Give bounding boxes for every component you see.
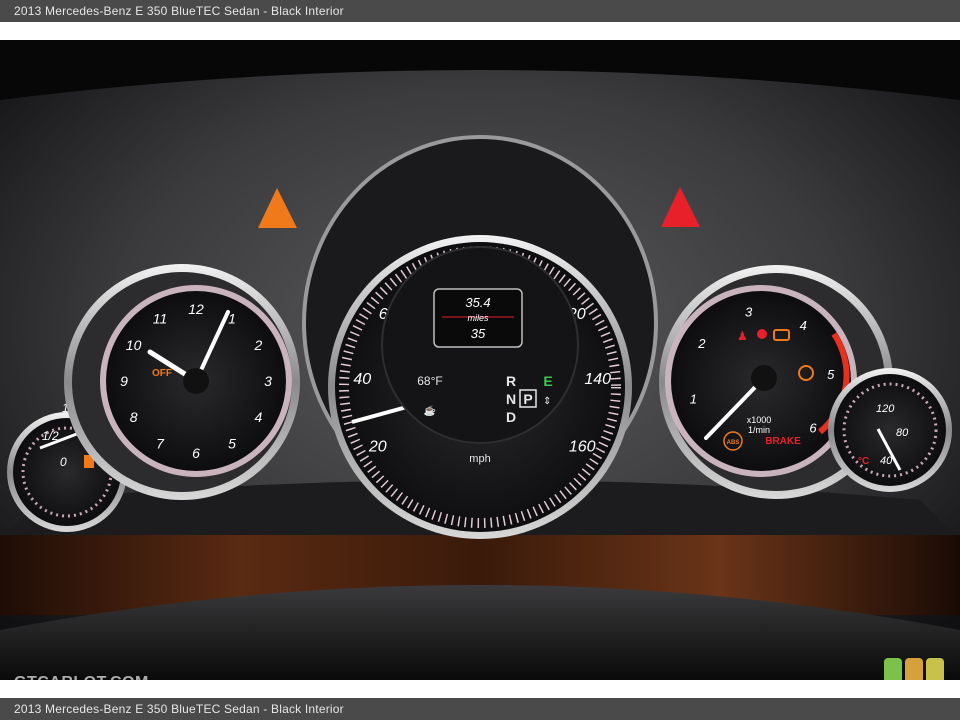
coolant-temp-gauge: 120 80 40 °C — [828, 368, 952, 492]
tach-multiplier: x1000 — [747, 415, 772, 425]
tach-number-4: 4 — [800, 318, 807, 333]
clock-number-6: 6 — [192, 445, 200, 461]
tach-unit: 1/min — [748, 425, 770, 435]
coolant-label-80: 80 — [896, 427, 909, 439]
gear-updown-icon: ⇕ — [543, 396, 551, 407]
clock-number-8: 8 — [130, 409, 138, 425]
clock-number-4: 4 — [255, 409, 263, 425]
gear-n: N — [506, 391, 516, 407]
clock-number-9: 9 — [120, 373, 128, 389]
instrument-cluster-photo: 1 1/2 0 121234567891011 OFF 204060801001… — [0, 40, 960, 680]
tach-number-5: 5 — [827, 367, 835, 382]
clock-number-12: 12 — [188, 301, 204, 317]
caption-bar-top: 2013 Mercedes-Benz E 350 BlueTEC Sedan -… — [0, 0, 960, 22]
clock-number-10: 10 — [126, 337, 142, 353]
brake-warning: BRAKE — [765, 436, 801, 447]
range-value: 35 — [471, 326, 486, 341]
gear-p-selected: P — [523, 391, 532, 407]
coolant-label-40: 40 — [880, 455, 893, 467]
clock-number-2: 2 — [254, 337, 263, 353]
clock-number-3: 3 — [264, 373, 272, 389]
clock-number-5: 5 — [228, 435, 236, 451]
tach-number-3: 3 — [745, 305, 753, 320]
coolant-label-120: 120 — [876, 403, 895, 415]
tach-number-6: 6 — [809, 420, 817, 435]
trip-value: 35.4 — [465, 295, 490, 310]
trip-unit: miles — [467, 313, 489, 323]
fuel-label-empty: 0 — [60, 455, 67, 469]
off-indicator: OFF — [152, 368, 172, 379]
outside-temperature: 68°F — [417, 374, 442, 388]
gear-r: R — [506, 373, 516, 389]
clock-number-11: 11 — [153, 311, 168, 327]
tach-number-2: 2 — [697, 336, 706, 351]
speed-tick-160: 160 — [569, 439, 596, 456]
caption-bar-bottom: 2013 Mercedes-Benz E 350 BlueTEC Sedan -… — [0, 698, 960, 720]
analog-clock: 121234567891011 OFF — [64, 264, 300, 500]
speed-tick-140: 140 — [584, 371, 611, 388]
spacer-top — [0, 22, 960, 40]
speed-unit: mph — [469, 453, 490, 465]
caption-text: 2013 Mercedes-Benz E 350 BlueTEC Sedan -… — [14, 4, 344, 18]
caption-text-bottom: 2013 Mercedes-Benz E 350 BlueTEC Sedan -… — [14, 702, 344, 716]
coolant-thermometer-icon: °C — [858, 456, 869, 467]
speed-tick-40: 40 — [353, 371, 371, 388]
clock-number-7: 7 — [156, 435, 165, 451]
coffee-cup-icon: ☕ — [424, 404, 436, 417]
abs-label: ABS — [727, 440, 740, 446]
eco-indicator: E — [543, 373, 552, 389]
tach-number-1: 1 — [690, 392, 697, 407]
seatbelt-warning-icon: ♟ — [737, 329, 748, 343]
gear-d: D — [506, 409, 516, 425]
speed-tick-20: 20 — [368, 439, 387, 456]
spacer-bottom — [0, 680, 960, 698]
airbag-warning-icon — [757, 329, 767, 339]
